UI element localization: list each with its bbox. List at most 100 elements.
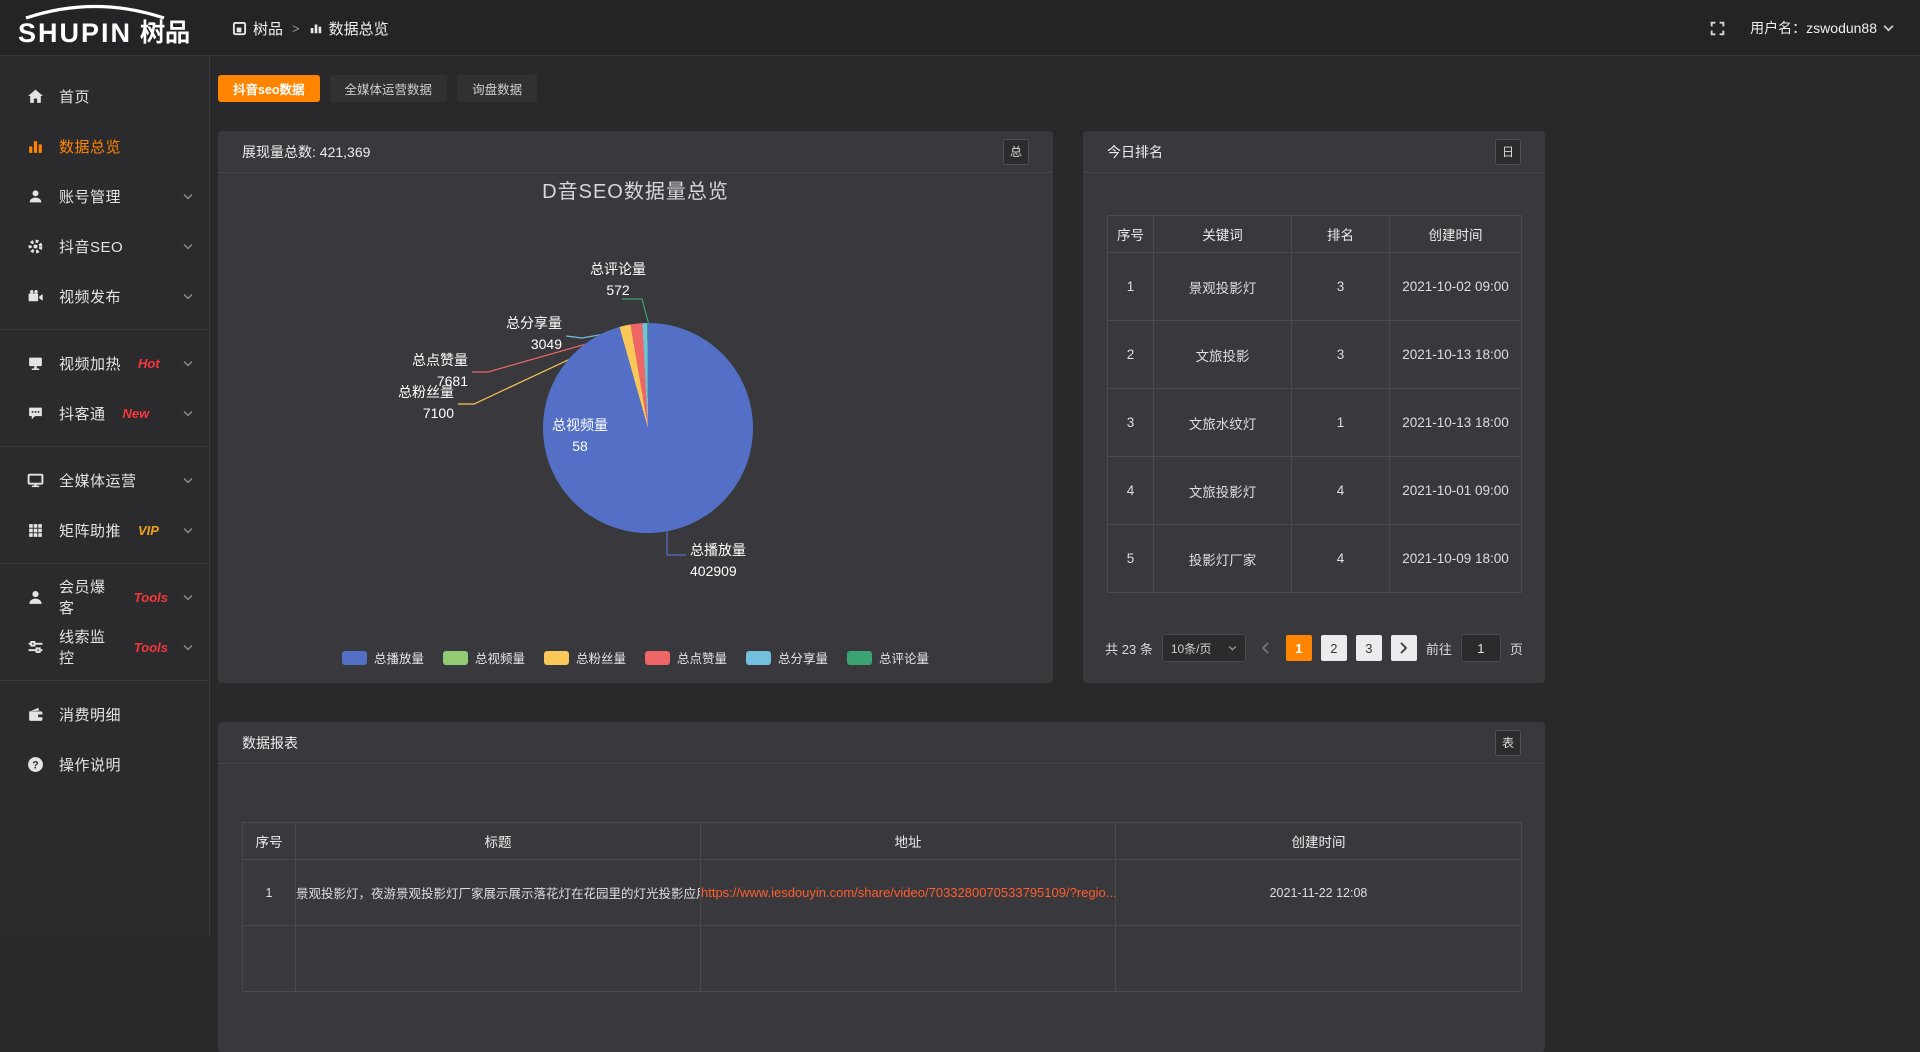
- table-row: 4 文旅投影灯 4 2021-10-01 09:00: [1108, 457, 1522, 525]
- sidebar-item-consumption-detail[interactable]: 消费明细: [0, 689, 209, 739]
- sidebar-item-label: 视频发布: [59, 286, 121, 307]
- col-header: 创建时间: [1116, 823, 1522, 860]
- ranking-panel: 今日排名 日 序号 关键词 排名 创建时间 1 景观投影灯 3 2021-10-…: [1083, 131, 1545, 683]
- sidebar-item-label: 会员爆客: [59, 576, 117, 618]
- ranking-panel-title: 今日排名: [1107, 142, 1163, 162]
- sidebar-item-media-operation[interactable]: 全媒体运营: [0, 455, 209, 505]
- username-label: 用户名：zswodun88: [1750, 18, 1877, 38]
- report-panel: 数据报表 表 序号 标题 地址 创建时间 1 景观投影灯，夜游景观投影灯厂家展示…: [218, 722, 1545, 1052]
- question-circle-icon: ?: [27, 756, 44, 773]
- breadcrumb-current: 数据总览: [309, 18, 389, 39]
- chat-bubble-icon: [27, 405, 44, 422]
- table-row: 3 文旅水纹灯 1 2021-10-13 18:00: [1108, 389, 1522, 457]
- new-badge: New: [123, 406, 150, 421]
- prev-page-button[interactable]: [1255, 635, 1277, 661]
- ranking-panel-header: 今日排名 日: [1083, 131, 1545, 173]
- fullscreen-icon[interactable]: [1709, 20, 1726, 37]
- video-link[interactable]: https://www.iesdouyin.com/share/video/70…: [701, 885, 1116, 900]
- report-panel-header: 数据报表 表: [218, 722, 1545, 764]
- sidebar-divider: [0, 680, 209, 681]
- report-table: 序号 标题 地址 创建时间 1 景观投影灯，夜游景观投影灯厂家展示展示落花灯在花…: [242, 822, 1521, 992]
- chart-title: D音SEO数据量总览: [218, 175, 1053, 204]
- goto-page-input[interactable]: [1461, 634, 1501, 662]
- tools-badge: Tools: [134, 640, 168, 655]
- breadcrumb-root-label: 树品: [253, 18, 283, 39]
- chevron-down-icon: [183, 360, 193, 367]
- chevron-down-icon: [183, 477, 193, 484]
- legend-item-comments[interactable]: 总评论量: [847, 648, 929, 667]
- pie-label-plays: 总播放量402909: [690, 540, 800, 582]
- col-header: 关键词: [1154, 216, 1292, 253]
- table-row: [243, 926, 1522, 992]
- sidebar-item-douketong[interactable]: 抖客通 New: [0, 388, 209, 438]
- breadcrumb-current-label: 数据总览: [329, 18, 389, 39]
- pie-label-comments: 总评论量572: [573, 259, 663, 301]
- breadcrumb-root[interactable]: 树品: [232, 18, 283, 39]
- table-row: 2 文旅投影 3 2021-10-13 18:00: [1108, 321, 1522, 389]
- legend-item-shares[interactable]: 总分享量: [746, 648, 828, 667]
- app-logo: SHUPIN 树品: [18, 8, 190, 49]
- legend-item-fans[interactable]: 总粉丝量: [544, 648, 626, 667]
- sidebar-item-video-publish[interactable]: 视频发布: [0, 271, 209, 321]
- sidebar-item-douyin-seo[interactable]: 抖音SEO: [0, 221, 209, 271]
- sidebar-item-label: 数据总览: [59, 136, 121, 157]
- sidebar-item-member-blast[interactable]: 会员爆客 Tools: [0, 572, 209, 622]
- user-menu[interactable]: 用户名：zswodun88: [1750, 18, 1894, 38]
- table-header-row: 序号 关键词 排名 创建时间: [1108, 216, 1522, 253]
- sidebar-item-label: 矩阵助推: [59, 520, 121, 541]
- sidebar-item-home[interactable]: 首页: [0, 71, 209, 121]
- grid-icon: [27, 522, 44, 539]
- day-toggle-button[interactable]: 日: [1495, 139, 1521, 165]
- tab-inquiry-data[interactable]: 询盘数据: [457, 75, 537, 102]
- person-icon: [27, 589, 44, 606]
- main-content: 抖音seo数据 全媒体运营数据 询盘数据 展现量总数: 421,369 总 D音…: [210, 56, 1920, 936]
- table-row: 5 投影灯厂家 4 2021-10-09 18:00: [1108, 525, 1522, 593]
- col-header: 序号: [243, 823, 296, 860]
- chevron-down-icon: [183, 243, 193, 250]
- legend-swatch: [443, 651, 468, 665]
- sidebar-item-data-overview[interactable]: 数据总览: [0, 121, 209, 171]
- total-toggle-button[interactable]: 总: [1003, 139, 1029, 165]
- page-size-select[interactable]: 10条/页: [1162, 634, 1246, 662]
- col-header: 创建时间: [1390, 216, 1522, 253]
- sidebar-item-label: 全媒体运营: [59, 470, 137, 491]
- pie-label-shares: 总分享量3049: [468, 313, 562, 355]
- legend-item-videos[interactable]: 总视频量: [443, 648, 525, 667]
- col-header: 排名: [1292, 216, 1390, 253]
- pagination: 共 23 条 10条/页 1 2 3 前往 页: [1083, 634, 1545, 662]
- table-header-row: 序号 标题 地址 创建时间: [243, 823, 1522, 860]
- chevron-down-icon: [183, 644, 193, 651]
- page-button-2[interactable]: 2: [1321, 635, 1347, 661]
- svg-text:?: ?: [32, 759, 38, 771]
- table-toggle-button[interactable]: 表: [1495, 730, 1521, 756]
- sidebar: 首页 数据总览 账号管理 抖音SEO 视频发布 视频加热 Hot 抖客通 New…: [0, 56, 210, 936]
- table-row: 1 景观投影灯 3 2021-10-02 09:00: [1108, 253, 1522, 321]
- user-icon: [27, 188, 44, 205]
- hot-badge: Hot: [138, 356, 160, 371]
- bar-chart-icon: [309, 21, 323, 35]
- monitor-icon: [27, 472, 44, 489]
- sidebar-item-account[interactable]: 账号管理: [0, 171, 209, 221]
- page-button-1[interactable]: 1: [1286, 635, 1312, 661]
- page-button-3[interactable]: 3: [1356, 635, 1382, 661]
- sidebar-item-matrix-boost[interactable]: 矩阵助推 VIP: [0, 505, 209, 555]
- wallet-icon: [27, 706, 44, 723]
- legend-swatch: [847, 651, 872, 665]
- chevron-down-icon: [1883, 24, 1894, 32]
- overview-panel-title: 展现量总数: 421,369: [242, 142, 370, 162]
- sidebar-item-help[interactable]: ? 操作说明: [0, 739, 209, 789]
- data-tabs: 抖音seo数据 全媒体运营数据 询盘数据: [218, 75, 537, 102]
- legend-swatch: [544, 651, 569, 665]
- legend-swatch: [746, 651, 771, 665]
- next-page-button[interactable]: [1391, 635, 1417, 661]
- legend-item-plays[interactable]: 总播放量: [342, 648, 424, 667]
- chart-legend: 总播放量 总视频量 总粉丝量 总点赞量 总分享量 总评论量: [218, 648, 1053, 667]
- table-row: 1 景观投影灯，夜游景观投影灯厂家展示展示落花灯在花园里的灯光投影应用效果 #.…: [243, 860, 1522, 926]
- tab-douyin-seo-data[interactable]: 抖音seo数据: [218, 75, 320, 102]
- goto-suffix-label: 页: [1510, 639, 1523, 658]
- legend-item-likes[interactable]: 总点赞量: [645, 648, 727, 667]
- tab-media-operation-data[interactable]: 全媒体运营数据: [330, 75, 448, 102]
- sidebar-item-video-heat[interactable]: 视频加热 Hot: [0, 338, 209, 388]
- sidebar-item-lead-monitor[interactable]: 线索监控 Tools: [0, 622, 209, 672]
- pie-label-videos: 总视频量58: [540, 415, 620, 457]
